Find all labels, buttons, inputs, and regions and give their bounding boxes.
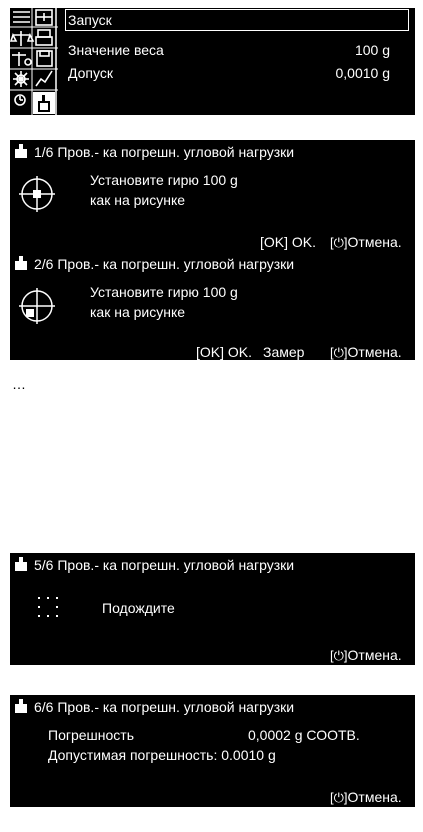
weight-icon: [15, 557, 27, 571]
crosshair-center-icon: [19, 176, 55, 212]
wait-message: Подождите: [102, 600, 175, 616]
step5-panel: 5/6 Пров.- ка погрешн. угловой нагрузки …: [10, 553, 415, 665]
power-icon: [⏻]: [330, 790, 348, 805]
step2-title: 2/6 Пров.- ка погрешн. угловой нагрузки: [34, 256, 295, 272]
waiting-dots-icon: [38, 597, 58, 617]
step2-instruction-line1: Установите гирю 100 g: [90, 284, 238, 300]
tolerance-label[interactable]: Допуск: [68, 65, 113, 81]
settings-panel: Запуск Значение веса 100 g Допуск 0,0010…: [10, 8, 415, 115]
step1-cancel-label: Отмена.: [347, 234, 402, 250]
step2-measure-button[interactable]: Замер: [263, 344, 304, 360]
step2-ok-button[interactable]: [OK] OK.: [196, 344, 252, 360]
step1-header: 1/6 Пров.- ка погрешн. угловой нагрузки: [10, 140, 415, 164]
crosshair-offset-icon: [19, 288, 55, 324]
tolerance-value: 0,0010 g: [335, 65, 391, 81]
step1-instruction-line2: как на рисунке: [90, 192, 186, 208]
step2-header: 2/6 Пров.- ка погрешн. угловой нагрузки: [10, 252, 415, 276]
menu-item-start[interactable]: Запуск: [65, 9, 409, 31]
weight-value: 100 g: [354, 42, 390, 58]
weight-icon: [15, 256, 27, 270]
allowed-error-line: Допустимая погрешность: 0.0010 g: [48, 747, 276, 763]
power-icon: [⏻]: [330, 235, 348, 250]
step1-title: 1/6 Пров.- ка погрешн. угловой нагрузки: [34, 144, 295, 160]
step2-instruction-line2: как на рисунке: [90, 304, 186, 320]
step6-title: 6/6 Пров.- ка погрешн. угловой нагрузки: [34, 699, 295, 715]
step-panel-1-2: 1/6 Пров.- ка погрешн. угловой нагрузки …: [10, 140, 415, 360]
step5-header: 5/6 Пров.- ка погрешн. угловой нагрузки: [10, 553, 415, 577]
step2-cancel-label: Отмена.: [347, 344, 402, 360]
power-icon: [⏻]: [330, 345, 348, 360]
step5-cancel-button[interactable]: [⏻]Отмена.: [330, 647, 402, 664]
weight-icon: [15, 699, 27, 713]
step5-title: 5/6 Пров.- ка погрешн. угловой нагрузки: [34, 557, 295, 573]
step1-cancel-button[interactable]: [⏻]Отмена.: [330, 234, 402, 251]
weight-value-label[interactable]: Значение веса: [68, 42, 164, 58]
power-icon: [⏻]: [330, 648, 348, 663]
step6-panel: 6/6 Пров.- ка погрешн. угловой нагрузки …: [10, 695, 415, 807]
step2-cancel-button[interactable]: [⏻]Отмена.: [330, 344, 402, 361]
step6-header: 6/6 Пров.- ка погрешн. угловой нагрузки: [10, 695, 415, 719]
menu-item-start-label: Запуск: [68, 12, 112, 28]
ellipsis: …: [12, 376, 26, 392]
icon-sidebar: [10, 8, 58, 115]
step1-ok-button[interactable]: [OK] OK.: [260, 234, 316, 250]
step5-cancel-label: Отмена.: [347, 647, 402, 663]
weight-icon: [15, 144, 27, 158]
step6-cancel-label: Отмена.: [347, 789, 402, 805]
step6-cancel-button[interactable]: [⏻]Отмена.: [330, 789, 402, 806]
error-value: 0,0002 g СООТВ.: [248, 727, 360, 743]
step1-instruction-line1: Установите гирю 100 g: [90, 172, 238, 188]
error-label: Погрешность: [48, 727, 134, 743]
